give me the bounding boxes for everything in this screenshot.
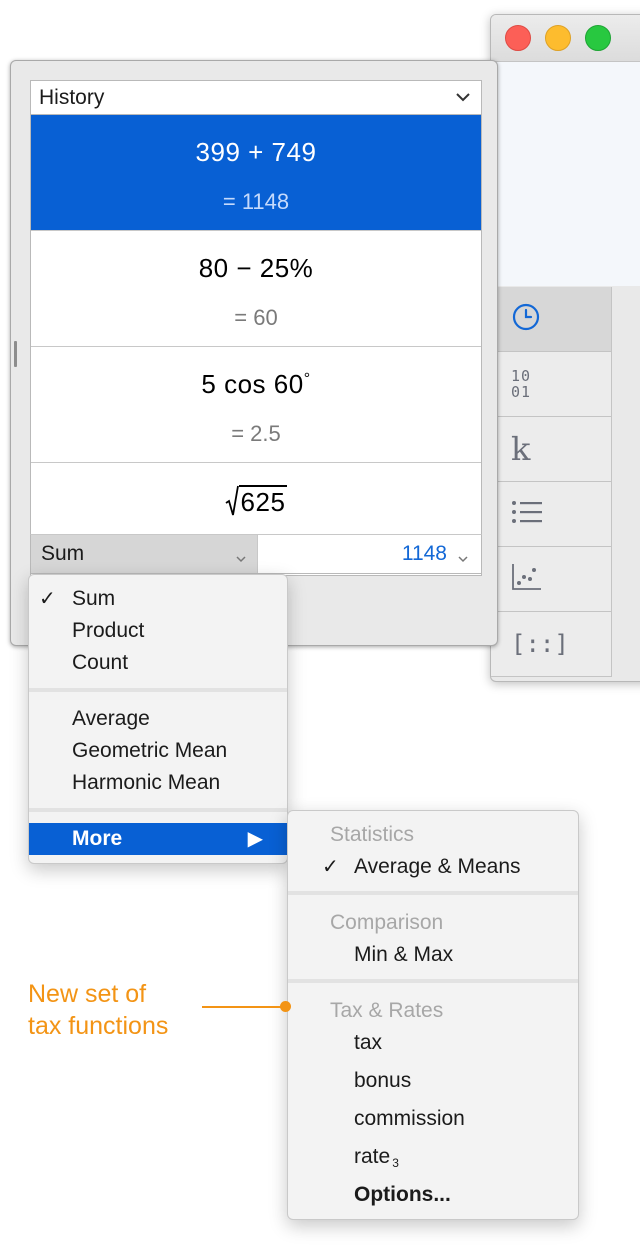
history-entry[interactable]: 625	[31, 463, 481, 533]
section-header-statistics: Statistics	[330, 823, 415, 846]
annotation-callout: New set of tax functions	[28, 980, 169, 1040]
menu-item-product[interactable]: Product	[29, 615, 287, 647]
menu-separator	[29, 688, 287, 692]
list-icon	[511, 499, 543, 530]
history-entry[interactable]: 5 cos 60° = 2.5	[31, 347, 481, 463]
menu-item-average[interactable]: Average	[29, 703, 287, 735]
function-select-label: Sum	[41, 542, 85, 565]
menu-separator	[29, 808, 287, 812]
matrix-button[interactable]: [::]	[491, 612, 612, 677]
history-result: = 60	[234, 305, 278, 330]
clock-icon	[511, 302, 541, 337]
submenu-item-rate[interactable]: rate 3	[288, 1140, 578, 1174]
chevron-down-icon	[457, 547, 469, 571]
title-bar	[491, 15, 640, 62]
history-toggle-button[interactable]	[491, 287, 612, 352]
history-result: = 1148	[222, 189, 290, 214]
history-expression: 80 − 25%	[198, 253, 314, 283]
submenu-item-tax[interactable]: tax	[288, 1026, 578, 1060]
annotation-leader-line	[202, 1006, 284, 1008]
scatter-plot-icon	[511, 562, 543, 597]
radical-sign-icon	[225, 485, 239, 516]
checkmark-icon: ✓	[322, 856, 339, 878]
history-result: = 2.5	[231, 421, 281, 446]
matrix-icon: [::]	[511, 630, 569, 658]
plot-button[interactable]	[491, 547, 612, 612]
menu-separator	[288, 979, 578, 983]
history-footer: Sum 1148	[30, 534, 482, 574]
history-header-dropdown[interactable]: History	[31, 81, 481, 115]
zoom-window-button[interactable]	[585, 25, 611, 51]
history-entry[interactable]: 399 + 749 = 1148	[31, 115, 481, 231]
close-window-button[interactable]	[505, 25, 531, 51]
minimize-window-button[interactable]	[545, 25, 571, 51]
binary-icon: 10 01	[511, 367, 532, 401]
submenu-item-average-means[interactable]: ✓ Average & Means	[288, 850, 578, 884]
constants-button[interactable]: k	[491, 417, 612, 482]
menu-item-count[interactable]: Count	[29, 647, 287, 679]
programmer-mode-button[interactable]: 10 01	[491, 352, 612, 417]
submenu-arrow-icon: ▶	[247, 828, 263, 850]
submenu-item-options[interactable]: Options...	[288, 1178, 578, 1212]
function-result[interactable]: 1148	[257, 535, 481, 573]
menu-item-more[interactable]: More ▶	[29, 823, 287, 855]
more-submenu: Statistics ✓ Average & Means Comparison …	[287, 810, 579, 1220]
history-expression: 5 cos 60°	[201, 369, 311, 399]
submenu-item-bonus[interactable]: bonus	[288, 1064, 578, 1098]
history-list: History 399 + 749 = 1148 80 − 25% = 60 5…	[30, 80, 482, 576]
list-button[interactable]	[491, 482, 612, 547]
menu-item-geometric-mean[interactable]: Geometric Mean	[29, 735, 287, 767]
submenu-item-commission[interactable]: commission	[288, 1102, 578, 1136]
annotation-dot	[280, 1001, 291, 1012]
section-header-comparison: Comparison	[330, 911, 444, 934]
history-expression: 399 + 749	[195, 137, 317, 167]
checkmark-icon: ✓	[39, 588, 56, 610]
sidebar-toolbar: 10 01 k [::]	[491, 287, 640, 677]
function-result-value: 1148	[401, 542, 447, 565]
menu-separator	[288, 891, 578, 895]
history-header-label: History	[39, 85, 105, 109]
calculator-window: 10 01 k [::]	[490, 14, 640, 682]
section-header-tax-rates: Tax & Rates	[330, 999, 444, 1022]
history-expression: 625	[31, 485, 481, 524]
chevron-down-icon	[455, 87, 471, 111]
menu-item-harmonic-mean[interactable]: Harmonic Mean	[29, 767, 287, 799]
function-select[interactable]: Sum	[31, 535, 257, 573]
constants-icon: k	[511, 430, 531, 468]
calculation-display[interactable]	[491, 62, 640, 286]
history-entry[interactable]: 80 − 25% = 60	[31, 231, 481, 347]
chevron-down-icon	[235, 547, 247, 571]
history-panel: History 399 + 749 = 1148 80 − 25% = 60 5…	[10, 60, 498, 646]
resize-grip[interactable]	[14, 341, 17, 367]
submenu-item-min-max[interactable]: Min & Max	[288, 938, 578, 972]
menu-item-sum[interactable]: ✓ Sum	[29, 583, 287, 615]
function-menu: ✓ Sum Product Count Average Geometric Me…	[28, 574, 288, 864]
sqrt-expression: 625	[225, 485, 288, 517]
